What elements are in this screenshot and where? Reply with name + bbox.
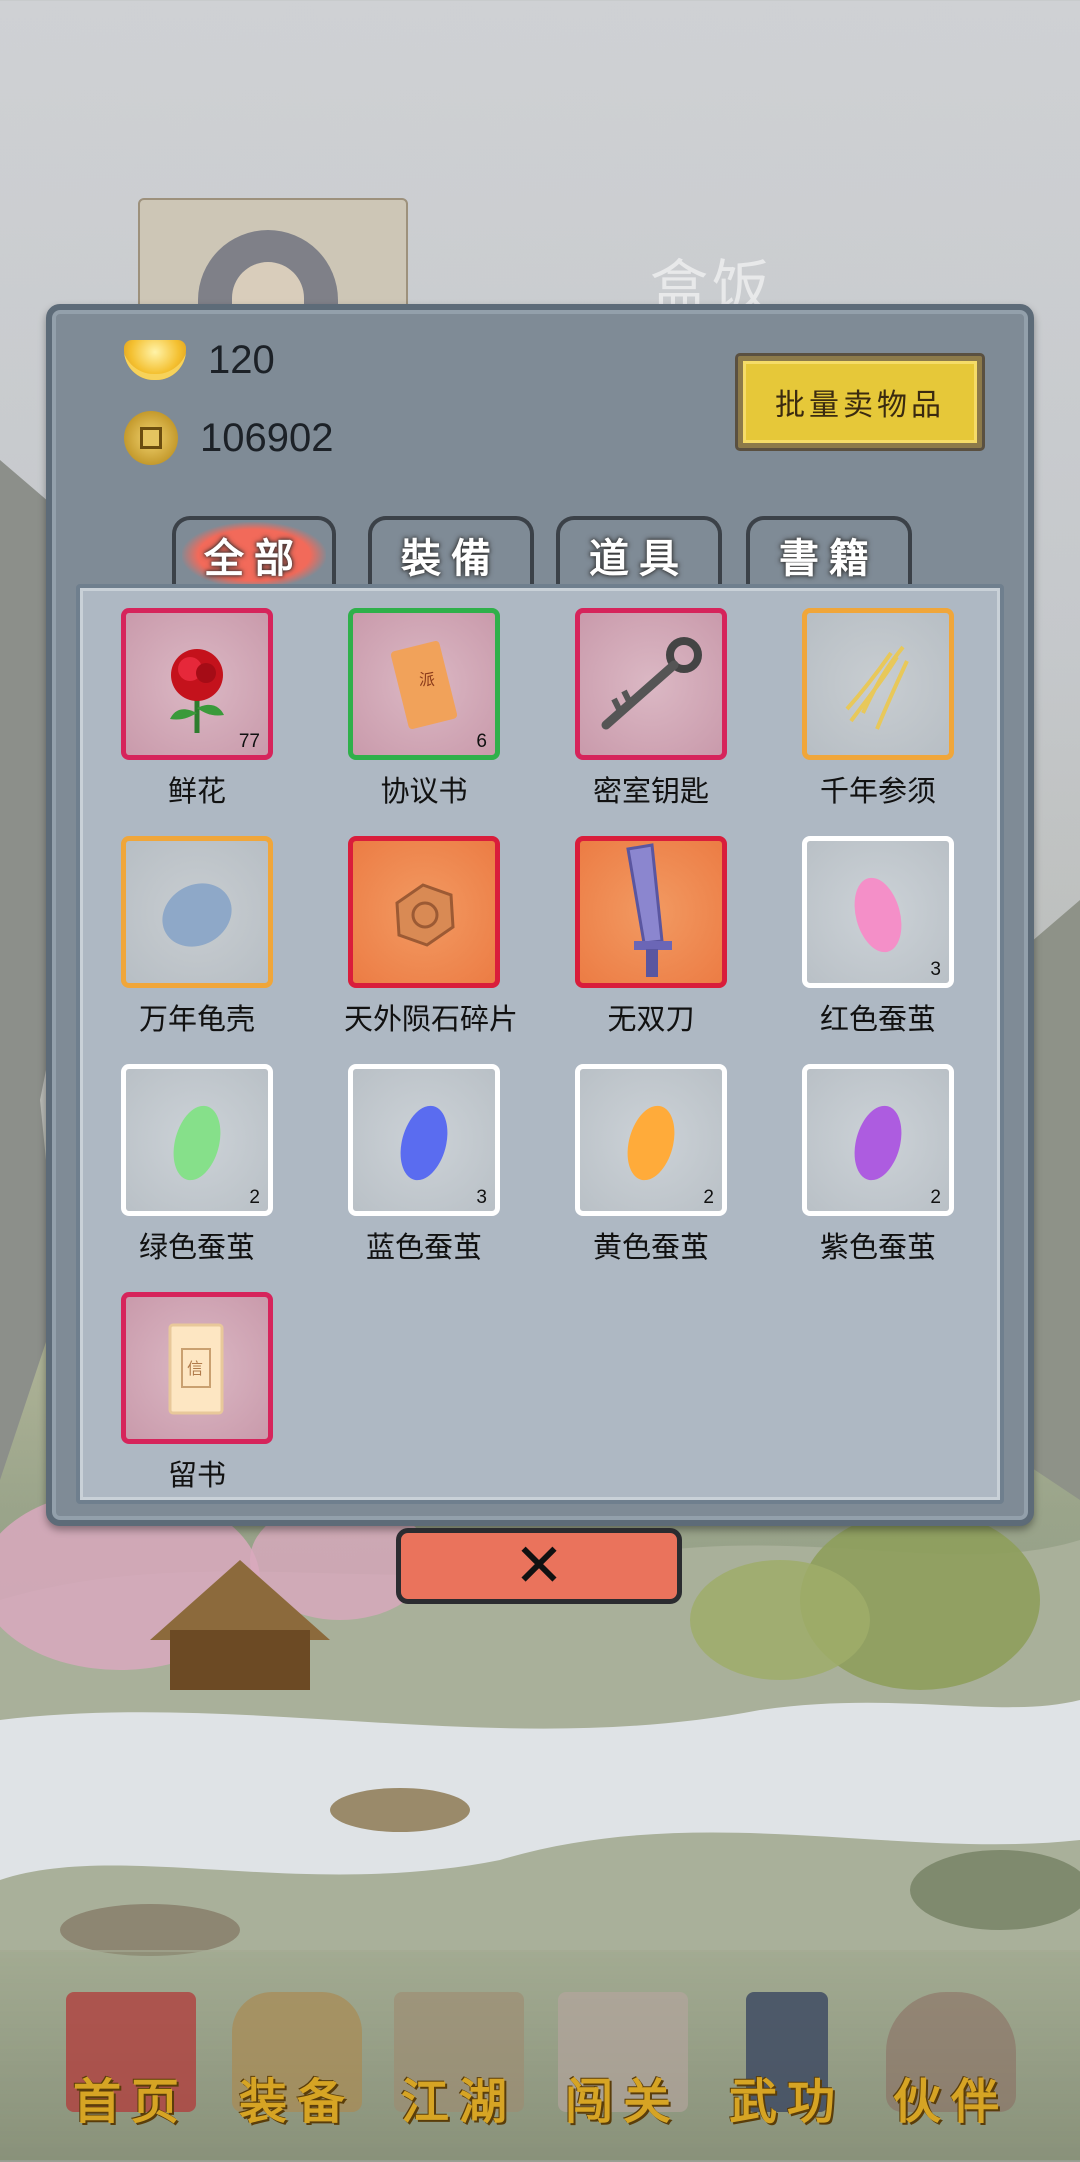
inventory-panel: 120 106902 批量卖物品 全部 裝備 道具 書籍 77 鲜花 派 6 协… — [46, 304, 1034, 1526]
item-slot[interactable]: 派 6 协议书 — [344, 608, 504, 810]
tab-equipment-label: 裝備 — [401, 535, 501, 582]
item-count: 77 — [238, 731, 260, 752]
tab-items-label: 道具 — [589, 535, 689, 582]
item-frame: 77 — [121, 608, 273, 760]
coin-amount: 106902 — [200, 415, 334, 460]
item-count: 3 — [476, 1187, 487, 1208]
item-slot[interactable]: 77 鲜花 — [117, 608, 277, 810]
nav-companions-label: 伙伴 — [892, 2074, 1009, 2130]
item-frame — [802, 608, 954, 760]
close-button[interactable]: ✕ — [396, 1528, 682, 1604]
close-icon: ✕ — [513, 1531, 565, 1601]
item-slot[interactable]: 万年龟壳 — [117, 836, 277, 1038]
cocoon-icon — [400, 1105, 448, 1181]
item-frame: 信 — [121, 1292, 273, 1444]
agreement-scroll-icon: 派 — [390, 640, 458, 730]
letter-icon: 信 — [168, 1323, 224, 1415]
item-frame: 2 — [121, 1064, 273, 1216]
item-count: 2 — [249, 1187, 260, 1208]
item-slot[interactable]: 无双刀 — [571, 836, 731, 1038]
item-name: 红色蚕茧 — [819, 1002, 936, 1036]
cocoon-icon — [854, 877, 902, 953]
bulk-sell-button[interactable]: 批量卖物品 — [735, 353, 985, 451]
cocoon-icon — [627, 1105, 675, 1181]
tab-all[interactable]: 全部 — [172, 516, 336, 590]
gold-row: 120 — [124, 330, 275, 390]
item-name: 万年龟壳 — [138, 1002, 255, 1036]
ginseng-root-icon — [845, 645, 909, 730]
nav-equipment[interactable]: 装备 — [212, 1992, 382, 2142]
item-frame — [348, 836, 500, 988]
meteorite-fragment-icon — [395, 883, 455, 947]
nav-equipment-label: 装备 — [238, 2074, 355, 2130]
nav-challenge-label: 闯关 — [564, 2074, 681, 2130]
item-slot[interactable]: 2 绿色蚕茧 — [117, 1064, 277, 1266]
gold-amount: 120 — [208, 337, 275, 382]
tab-books[interactable]: 書籍 — [746, 516, 912, 590]
nav-home-label: 首页 — [72, 2074, 189, 2130]
item-frame — [575, 608, 727, 760]
turtle-shell-icon — [162, 883, 232, 947]
item-name: 千年参须 — [819, 774, 936, 808]
nav-challenge[interactable]: 闯关 — [538, 1992, 708, 2142]
item-slot[interactable]: 2 紫色蚕茧 — [798, 1064, 958, 1266]
nav-jianghu-label: 江湖 — [400, 2074, 517, 2130]
item-slot[interactable]: 3 蓝色蚕茧 — [344, 1064, 504, 1266]
item-slot[interactable]: 2 黄色蚕茧 — [571, 1064, 731, 1266]
item-name: 无双刀 — [607, 1002, 695, 1036]
bottom-nav: 首页 装备 江湖 闯关 武功 伙伴 — [0, 1950, 1080, 2162]
item-frame: 2 — [802, 1064, 954, 1216]
character-portrait[interactable] — [138, 198, 408, 312]
item-frame — [121, 836, 273, 988]
item-count: 3 — [930, 959, 941, 980]
item-name: 绿色蚕茧 — [138, 1230, 255, 1264]
nav-home[interactable]: 首页 — [46, 1992, 216, 2142]
nav-martial-arts-label: 武功 — [728, 2074, 845, 2130]
item-slot[interactable]: 天外陨石碎片 — [344, 836, 519, 1038]
coin-row: 106902 — [124, 408, 333, 468]
key-icon — [601, 637, 702, 730]
copper-coin-icon — [124, 411, 178, 465]
item-name: 黄色蚕茧 — [592, 1230, 709, 1264]
item-frame: 3 — [348, 1064, 500, 1216]
nav-companions[interactable]: 伙伴 — [866, 1992, 1036, 2142]
item-frame: 派 6 — [348, 608, 500, 760]
item-frame — [575, 836, 727, 988]
nav-martial-arts[interactable]: 武功 — [702, 1992, 872, 2142]
item-slot[interactable]: 信 留书 — [117, 1292, 277, 1494]
item-name: 蓝色蚕茧 — [365, 1230, 482, 1264]
tab-items[interactable]: 道具 — [556, 516, 722, 590]
item-name: 留书 — [167, 1458, 226, 1492]
item-frame: 3 — [802, 836, 954, 988]
item-slot[interactable]: 密室钥匙 — [571, 608, 731, 810]
item-slot[interactable]: 3 红色蚕茧 — [798, 836, 958, 1038]
item-count: 6 — [476, 731, 487, 752]
item-count: 2 — [930, 1187, 941, 1208]
tab-books-label: 書籍 — [779, 535, 879, 582]
item-name: 密室钥匙 — [592, 774, 709, 808]
sword-icon — [626, 843, 672, 977]
cocoon-icon — [173, 1105, 221, 1181]
item-name: 紫色蚕茧 — [819, 1230, 936, 1264]
item-name: 协议书 — [380, 774, 468, 808]
item-name: 鲜花 — [167, 774, 226, 808]
item-name: 天外陨石碎片 — [344, 1002, 519, 1036]
cocoon-icon — [854, 1105, 902, 1181]
item-slot[interactable]: 千年参须 — [798, 608, 958, 810]
tab-equipment[interactable]: 裝備 — [368, 516, 534, 590]
item-count: 2 — [703, 1187, 714, 1208]
svg-text:信: 信 — [187, 1359, 203, 1378]
item-frame: 2 — [575, 1064, 727, 1216]
nav-jianghu[interactable]: 江湖 — [374, 1992, 544, 2142]
svg-text:派: 派 — [419, 670, 435, 689]
tab-all-label: 全部 — [182, 522, 326, 588]
item-grid: 77 鲜花 派 6 协议书 密室钥匙 千年参须 万年龟壳 天外陨石碎片 无双刀 … — [76, 584, 1004, 1504]
gold-ingot-icon — [124, 340, 186, 380]
